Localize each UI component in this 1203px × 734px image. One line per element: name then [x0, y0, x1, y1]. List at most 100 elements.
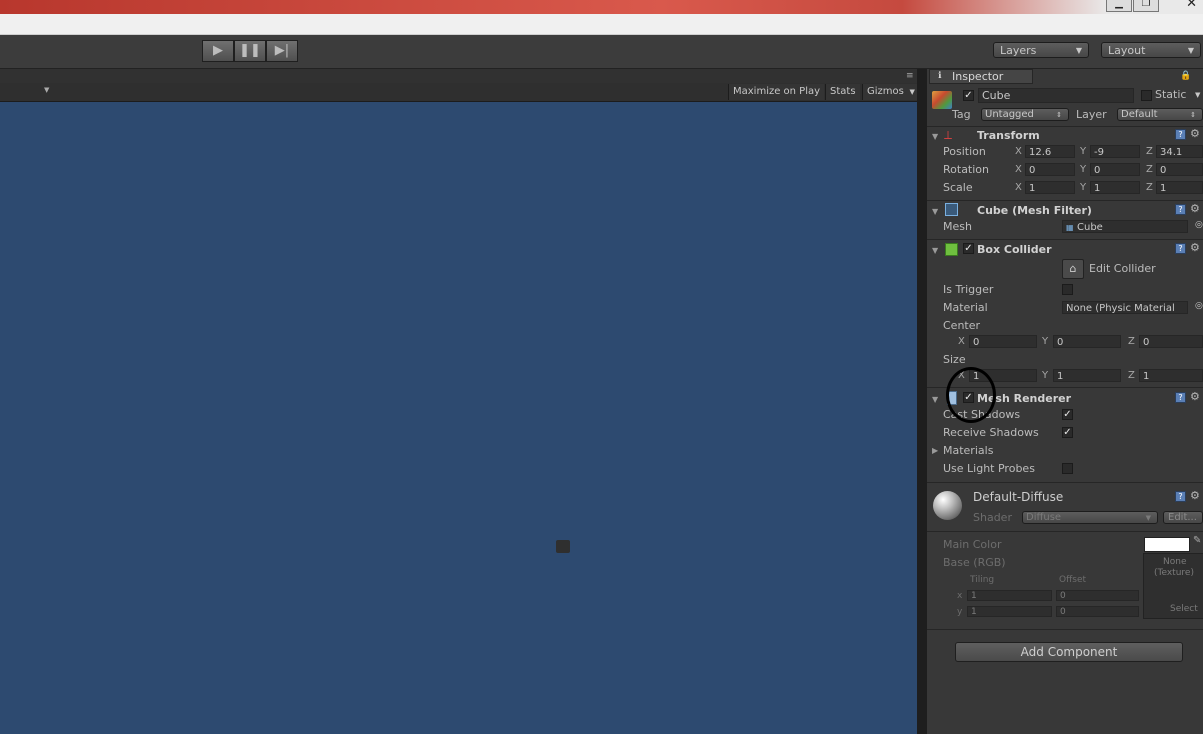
restore-icon[interactable]: ❐: [1133, 0, 1159, 12]
chevron-down-icon: ▼: [1145, 514, 1151, 522]
divider: [927, 629, 1203, 630]
position-y-field[interactable]: -9: [1090, 145, 1140, 158]
static-dropdown-icon[interactable]: ▼: [1195, 91, 1200, 99]
offset-x-field[interactable]: 0: [1056, 590, 1139, 601]
layer-dropdown[interactable]: Default ⇕: [1117, 108, 1203, 121]
is-trigger-checkbox[interactable]: [1062, 284, 1073, 295]
texture-slot[interactable]: None (Texture) Select: [1143, 553, 1203, 619]
center-x-field[interactable]: 0: [969, 335, 1037, 348]
position-x-field[interactable]: 12.6: [1025, 145, 1075, 158]
material-name: Default-Diffuse: [973, 490, 1064, 504]
center-y-field[interactable]: 0: [1053, 335, 1121, 348]
cast-shadows-checkbox[interactable]: ✓: [1062, 409, 1073, 420]
layer-value: Default: [1121, 109, 1158, 120]
axis-x-label: X: [1015, 182, 1022, 193]
tiling-y-axis-label: y: [957, 607, 963, 617]
box-collider-icon: [945, 243, 958, 256]
use-light-probes-label: Use Light Probes: [943, 462, 1035, 475]
edit-collider-button[interactable]: ⌂: [1062, 259, 1084, 279]
mesh-field[interactable]: ▦ Cube: [1062, 220, 1188, 233]
collapse-triangle-icon[interactable]: ▼: [932, 246, 938, 255]
gear-icon[interactable]: ⚙: [1190, 489, 1200, 502]
lock-icon[interactable]: 🔒: [1180, 71, 1191, 81]
layers-dropdown[interactable]: Layers ▼: [993, 42, 1089, 58]
game-view[interactable]: [0, 102, 917, 734]
shader-dropdown[interactable]: Diffuse ▼: [1022, 511, 1158, 524]
box-collider-enabled-checkbox[interactable]: ✓: [963, 243, 974, 254]
minimize-icon[interactable]: ▁: [1106, 0, 1132, 12]
center-z-field[interactable]: 0: [1139, 335, 1203, 348]
mesh-filter-icon: [945, 203, 958, 216]
size-y-field[interactable]: 1: [1053, 369, 1121, 382]
tiling-x-field[interactable]: 1: [967, 590, 1052, 601]
cube-object[interactable]: [556, 540, 570, 553]
axis-z-label: Z: [1146, 164, 1153, 175]
axis-y-label: Y: [1080, 182, 1087, 193]
panel-divider[interactable]: [917, 69, 927, 734]
collapse-triangle-icon[interactable]: ▼: [932, 207, 938, 216]
tab-inspector-label: Inspector: [952, 70, 1004, 83]
collapse-triangle-icon[interactable]: ▼: [932, 132, 938, 141]
material-preview-sphere: [933, 491, 962, 520]
scale-x-field[interactable]: 1: [1025, 181, 1075, 194]
help-icon[interactable]: ?: [1175, 392, 1186, 403]
collapse-triangle-icon[interactable]: ▼: [932, 395, 938, 404]
tag-value: Untagged: [985, 109, 1034, 120]
help-icon[interactable]: ?: [1175, 129, 1186, 140]
select-texture-button[interactable]: Select: [1170, 604, 1198, 614]
info-icon: ℹ: [938, 71, 942, 81]
main-color-swatch[interactable]: [1144, 537, 1190, 552]
edit-shader-button[interactable]: Edit...: [1163, 511, 1203, 524]
receive-shadows-checkbox[interactable]: ✓: [1062, 427, 1073, 438]
chevron-down-icon: ▼: [909, 88, 915, 96]
layout-label: Layout: [1108, 44, 1146, 57]
aspect-dropdown-icon[interactable]: ▼: [44, 86, 49, 94]
gear-icon[interactable]: ⚙: [1190, 241, 1200, 254]
play-button[interactable]: ▶: [202, 40, 234, 62]
material-label: Material: [943, 301, 988, 314]
gizmos-dropdown[interactable]: Gizmos ▼: [862, 84, 918, 100]
pause-button[interactable]: ❚❚: [234, 40, 266, 62]
position-z-field[interactable]: 34.1: [1156, 145, 1203, 158]
object-name-input[interactable]: Cube: [978, 88, 1134, 103]
panel-menu-icon[interactable]: ≡: [906, 71, 914, 81]
use-light-probes-checkbox[interactable]: [1062, 463, 1073, 474]
stats-toggle[interactable]: Stats: [825, 84, 860, 100]
scale-z-field[interactable]: 1: [1156, 181, 1203, 194]
help-icon[interactable]: ?: [1175, 243, 1186, 254]
gear-icon[interactable]: ⚙: [1190, 202, 1200, 215]
rotation-x-field[interactable]: 0: [1025, 163, 1075, 176]
main-color-label: Main Color: [943, 538, 1002, 551]
close-icon[interactable]: ✕: [1186, 0, 1197, 11]
physic-material-field[interactable]: None (Physic Material: [1062, 301, 1188, 314]
mesh-label: Mesh: [943, 220, 972, 233]
add-component-button[interactable]: Add Component: [955, 642, 1183, 662]
object-picker-icon[interactable]: ◎: [1195, 220, 1203, 230]
materials-label[interactable]: Materials: [943, 444, 993, 457]
mesh-value: Cube: [1077, 222, 1103, 233]
gear-icon[interactable]: ⚙: [1190, 127, 1200, 140]
help-icon[interactable]: ?: [1175, 204, 1186, 215]
object-picker-icon[interactable]: ◎: [1195, 301, 1203, 311]
offset-y-field[interactable]: 0: [1056, 606, 1139, 617]
help-icon[interactable]: ?: [1175, 491, 1186, 502]
scale-y-field[interactable]: 1: [1090, 181, 1140, 194]
rotation-y-field[interactable]: 0: [1090, 163, 1140, 176]
active-checkbox[interactable]: ✓: [963, 90, 974, 101]
layer-label: Layer: [1076, 108, 1107, 121]
axis-z-label: Z: [1146, 146, 1153, 157]
rotation-z-field[interactable]: 0: [1156, 163, 1203, 176]
tab-inspector[interactable]: ℹ Inspector: [929, 69, 1033, 84]
eyedropper-icon[interactable]: ✎: [1193, 535, 1201, 546]
window-title-bar: ▁ ❐ ✕: [0, 0, 1203, 14]
static-checkbox[interactable]: [1141, 90, 1152, 101]
step-button[interactable]: ▶|: [266, 40, 298, 62]
tiling-label: Tiling: [970, 575, 995, 585]
gear-icon[interactable]: ⚙: [1190, 390, 1200, 403]
maximize-on-play-toggle[interactable]: Maximize on Play: [728, 84, 825, 100]
expand-triangle-icon[interactable]: ▶: [932, 446, 938, 455]
size-z-field[interactable]: 1: [1139, 369, 1203, 382]
tag-dropdown[interactable]: Untagged ⇕: [981, 108, 1069, 121]
layout-dropdown[interactable]: Layout ▼: [1101, 42, 1201, 58]
tiling-y-field[interactable]: 1: [967, 606, 1052, 617]
